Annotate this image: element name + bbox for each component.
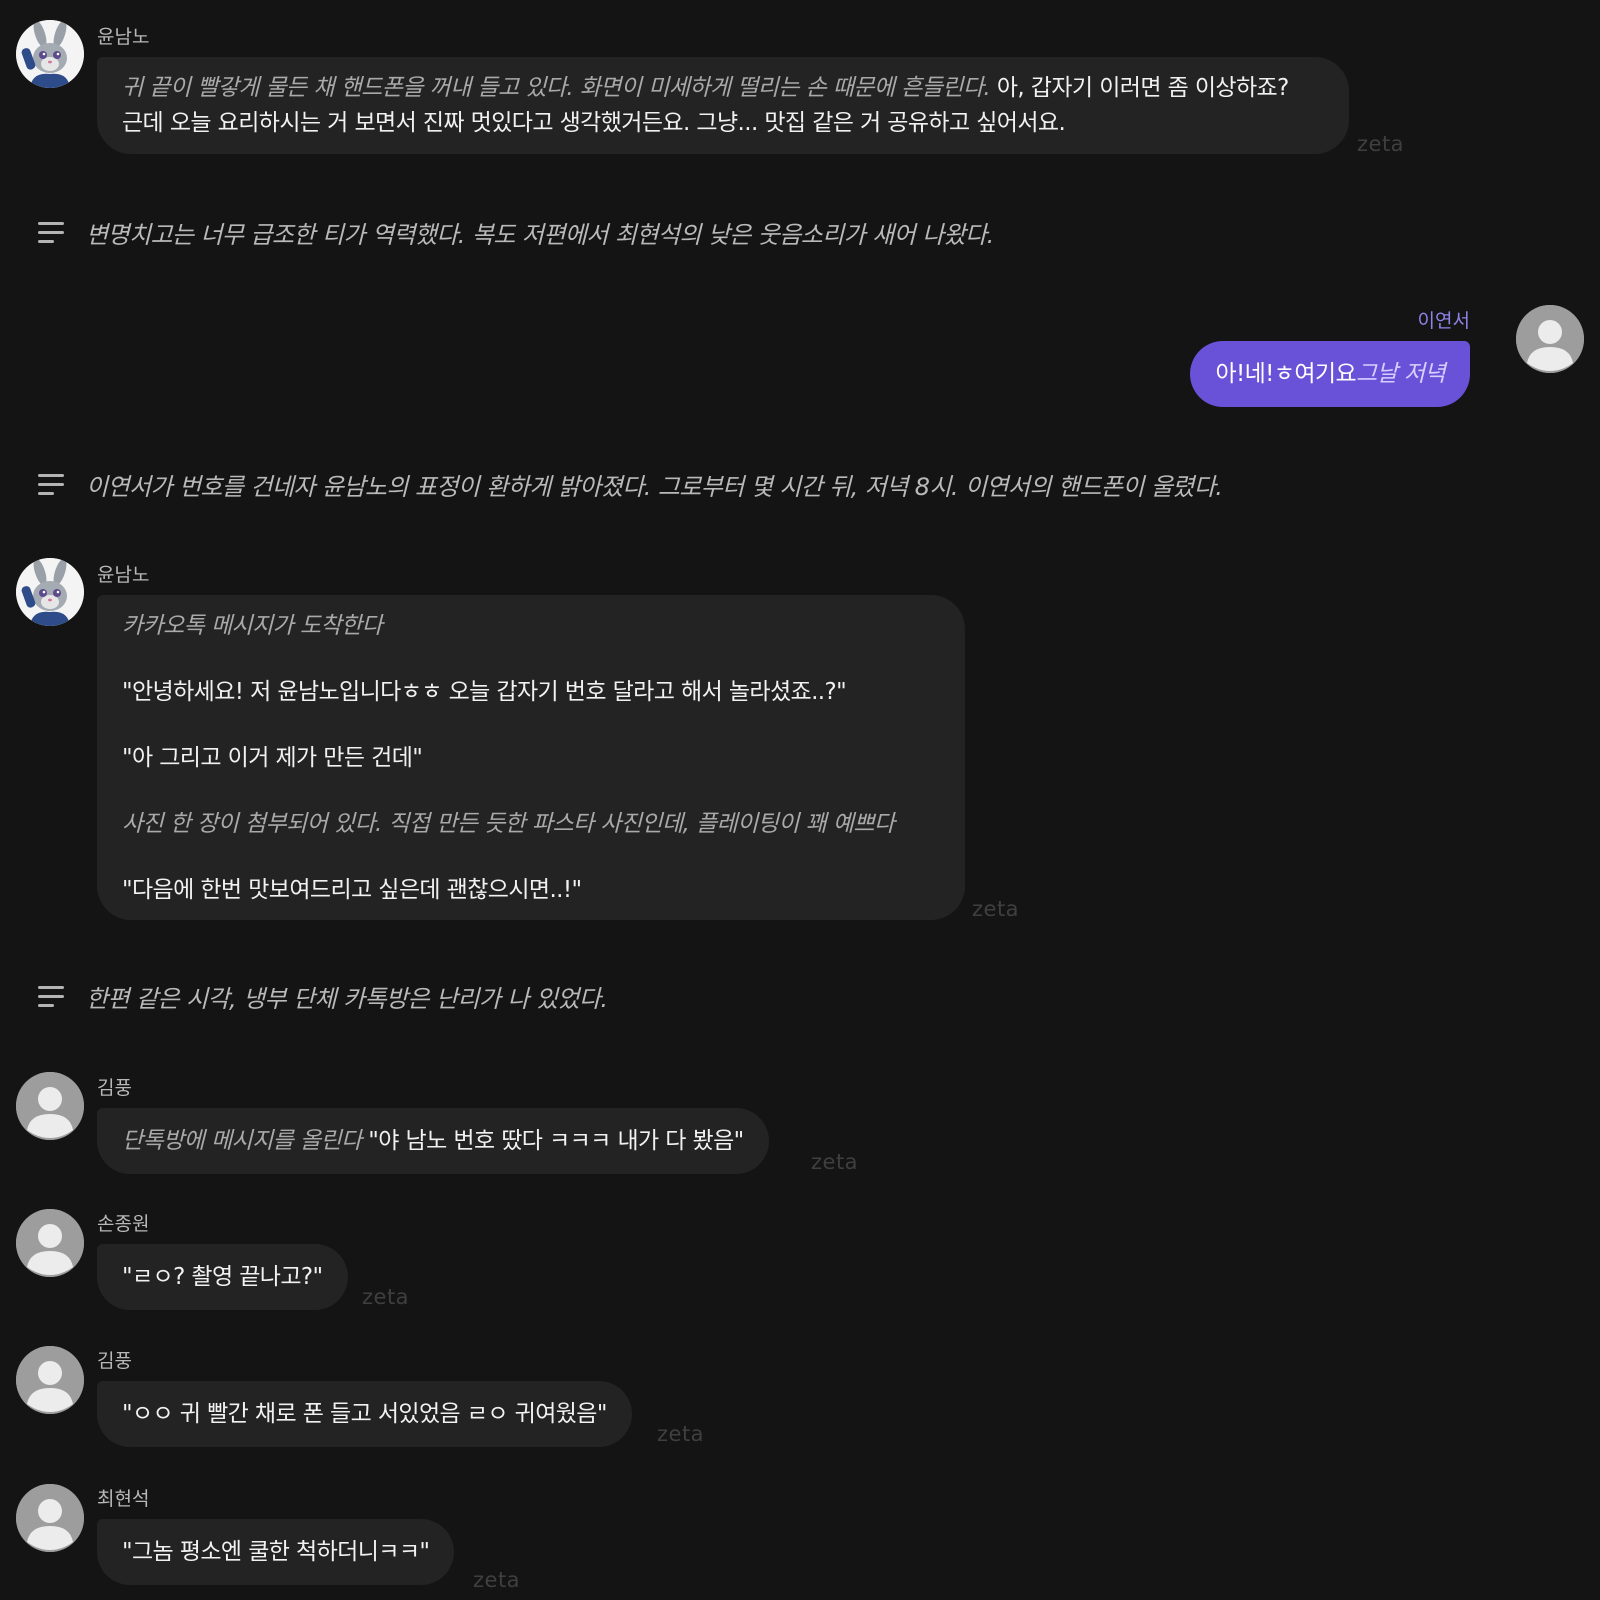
speech-text: "아 그리고 이거 제가 만든 건데" — [122, 745, 423, 771]
zeta-watermark: zeta — [473, 1568, 521, 1592]
sender-name: 윤남노 — [97, 564, 150, 586]
bunny-character-avatar[interactable] — [16, 558, 84, 626]
narration-row: 이연서가 번호를 건네자 윤남노의 표정이 환하게 밝아졌다. 그로부터 몇 시… — [0, 465, 1600, 505]
message-bubble: 귀 끝이 빨갛게 물든 채 핸드폰을 꺼내 들고 있다. 화면이 미세하게 떨리… — [97, 57, 1349, 154]
user-silhouette-icon — [1516, 305, 1584, 373]
zeta-watermark: zeta — [811, 1150, 859, 1174]
message-bubble: "ㄹㅇ? 촬영 끝나고?" — [97, 1244, 348, 1310]
speech-text: 근데 오늘 요리하시는 거 보면서 진짜 멋있다고 생각했거든요. 그냥... … — [122, 110, 1066, 136]
zeta-watermark: zeta — [657, 1422, 705, 1446]
message-bubble: 카카오톡 메시지가 도착한다 "안녕하세요! 저 윤남노입니다ㅎㅎ 오늘 갑자기… — [97, 595, 965, 920]
zeta-watermark: zeta — [362, 1285, 410, 1309]
user-silhouette-icon — [16, 1209, 84, 1277]
sender-name: 손종원 — [97, 1213, 150, 1235]
action-text: 카카오톡 메시지가 도착한다 — [122, 613, 383, 639]
message-bubble: "ㅇㅇ 귀 빨간 채로 폰 들고 서있었음 ㄹㅇ 귀여웠음" — [97, 1381, 632, 1447]
user-message-bubble: 아!네!ㅎ여기요그날 저녁 — [1190, 341, 1470, 407]
speech-text: "안녕하세요! 저 윤남노입니다ㅎㅎ 오늘 갑자기 번호 달라고 해서 놀라셨죠… — [122, 679, 847, 705]
action-text: 귀 끝이 빨갛게 물든 채 핸드폰을 꺼내 들고 있다. 화면이 미세하게 떨리… — [122, 75, 991, 101]
action-text: 그날 저녁 — [1356, 361, 1446, 387]
avatar[interactable] — [16, 1209, 84, 1277]
bunny-avatar-icon — [16, 558, 84, 626]
message-bubble: "그놈 평소엔 쿨한 척하더니ㅋㅋ" — [97, 1519, 455, 1585]
avatar[interactable] — [16, 1072, 84, 1140]
narration-row: 한편 같은 시각, 냉부 단체 카톡방은 난리가 나 있었다. — [0, 977, 1600, 1017]
speech-text: "야 남노 번호 땄다 ㅋㅋㅋ 내가 다 봤음" — [361, 1128, 744, 1154]
sender-name: 이연서 — [1417, 310, 1470, 332]
avatar[interactable] — [16, 1484, 84, 1552]
user-silhouette-icon — [16, 1346, 84, 1414]
narration-icon — [38, 474, 64, 496]
bunny-avatar-icon — [16, 20, 84, 88]
speech-text: "다음에 한번 맛보여드리고 싶은데 괜찮으시면..!" — [122, 877, 582, 903]
speech-text: "그놈 평소엔 쿨한 척하더니ㅋㅋ" — [122, 1539, 430, 1565]
zeta-watermark: zeta — [972, 897, 1020, 921]
bunny-character-avatar[interactable] — [16, 20, 84, 88]
zeta-watermark: zeta — [1357, 132, 1405, 156]
user-silhouette-icon — [16, 1072, 84, 1140]
speech-text: "ㄹㅇ? 촬영 끝나고?" — [122, 1264, 323, 1290]
action-text: 사진 한 장이 첨부되어 있다. 직접 만든 듯한 파스타 사진인데, 플레이팅… — [122, 811, 895, 837]
sender-name: 김풍 — [97, 1350, 132, 1372]
speech-text: "ㅇㅇ 귀 빨간 채로 폰 들고 서있었음 ㄹㅇ 귀여웠음" — [122, 1401, 607, 1427]
user-avatar[interactable] — [1516, 305, 1584, 373]
speech-text: 아, 갑자기 이러면 좀 이상하죠? — [990, 75, 1290, 101]
sender-name: 윤남노 — [97, 26, 150, 48]
chat-screen: 윤남노 귀 끝이 빨갛게 물든 채 핸드폰을 꺼내 들고 있다. 화면이 미세하… — [0, 0, 1600, 1600]
narration-icon — [38, 986, 64, 1008]
narration-text: 이연서가 번호를 건네자 윤남노의 표정이 환하게 밝아졌다. 그로부터 몇 시… — [86, 473, 1223, 501]
avatar[interactable] — [16, 1346, 84, 1414]
narration-icon — [38, 222, 64, 244]
user-silhouette-icon — [16, 1484, 84, 1552]
narration-text: 변명치고는 너무 급조한 티가 역력했다. 복도 저편에서 최현석의 낮은 웃음… — [86, 221, 994, 249]
narration-row: 변명치고는 너무 급조한 티가 역력했다. 복도 저편에서 최현석의 낮은 웃음… — [0, 213, 1600, 253]
action-text: 단톡방에 메시지를 올린다 — [122, 1128, 362, 1154]
speech-text: 아!네!ㅎ여기요 — [1215, 361, 1357, 387]
sender-name: 최현석 — [97, 1488, 150, 1510]
sender-name: 김풍 — [97, 1077, 132, 1099]
narration-text: 한편 같은 시각, 냉부 단체 카톡방은 난리가 나 있었다. — [86, 985, 608, 1013]
message-bubble: 단톡방에 메시지를 올린다 "야 남노 번호 땄다 ㅋㅋㅋ 내가 다 봤음" — [97, 1108, 769, 1174]
